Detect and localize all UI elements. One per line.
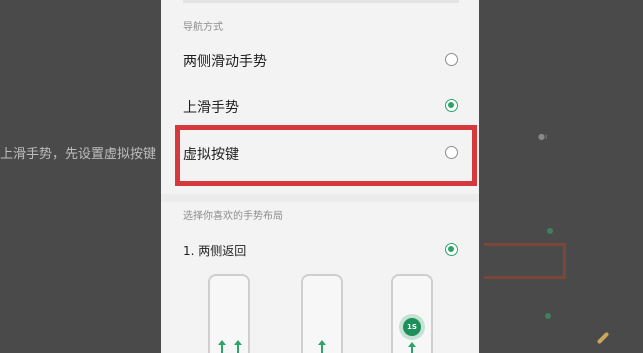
option-swipe-up-gesture[interactable]: 上滑手势 — [161, 85, 479, 125]
background-outline-box — [484, 243, 566, 279]
top-divider — [183, 0, 459, 3]
background-partial-text: 上滑手势，先设置虚拟按键 — [0, 147, 157, 162]
navigation-mode-section-title: 导航方式 — [183, 22, 223, 33]
gesture-preview-card-3[interactable]: 1S — [391, 274, 433, 353]
background-pen-stroke — [596, 331, 610, 345]
gesture-preview-card-1[interactable] — [208, 274, 250, 353]
option-two-side-back[interactable]: 1. 两侧返回 — [161, 229, 479, 269]
radio-button-selected[interactable] — [445, 243, 458, 256]
highlight-annotation-box — [175, 125, 477, 186]
option-label: 1. 两侧返回 — [183, 244, 247, 258]
up-arrow-icon — [234, 340, 242, 353]
up-arrow-icon — [408, 342, 416, 353]
up-arrow-icon — [218, 340, 226, 353]
radio-button[interactable] — [445, 53, 458, 66]
background-green-dot — [545, 313, 551, 319]
gesture-preview-card-2[interactable] — [301, 274, 343, 353]
background-dot-mark: ●ı — [538, 132, 548, 141]
background-green-dot — [547, 228, 553, 234]
radio-button-selected[interactable] — [445, 99, 458, 112]
hold-badge: 1S — [403, 318, 421, 336]
option-label: 上滑手势 — [183, 100, 239, 116]
option-label: 两侧滑动手势 — [183, 54, 267, 70]
option-two-side-swipe-gesture[interactable]: 两侧滑动手势 — [161, 39, 479, 79]
up-arrow-icon — [318, 340, 326, 353]
gesture-layout-section-title: 选择你喜欢的手势布局 — [183, 211, 283, 222]
section-divider — [161, 194, 479, 202]
